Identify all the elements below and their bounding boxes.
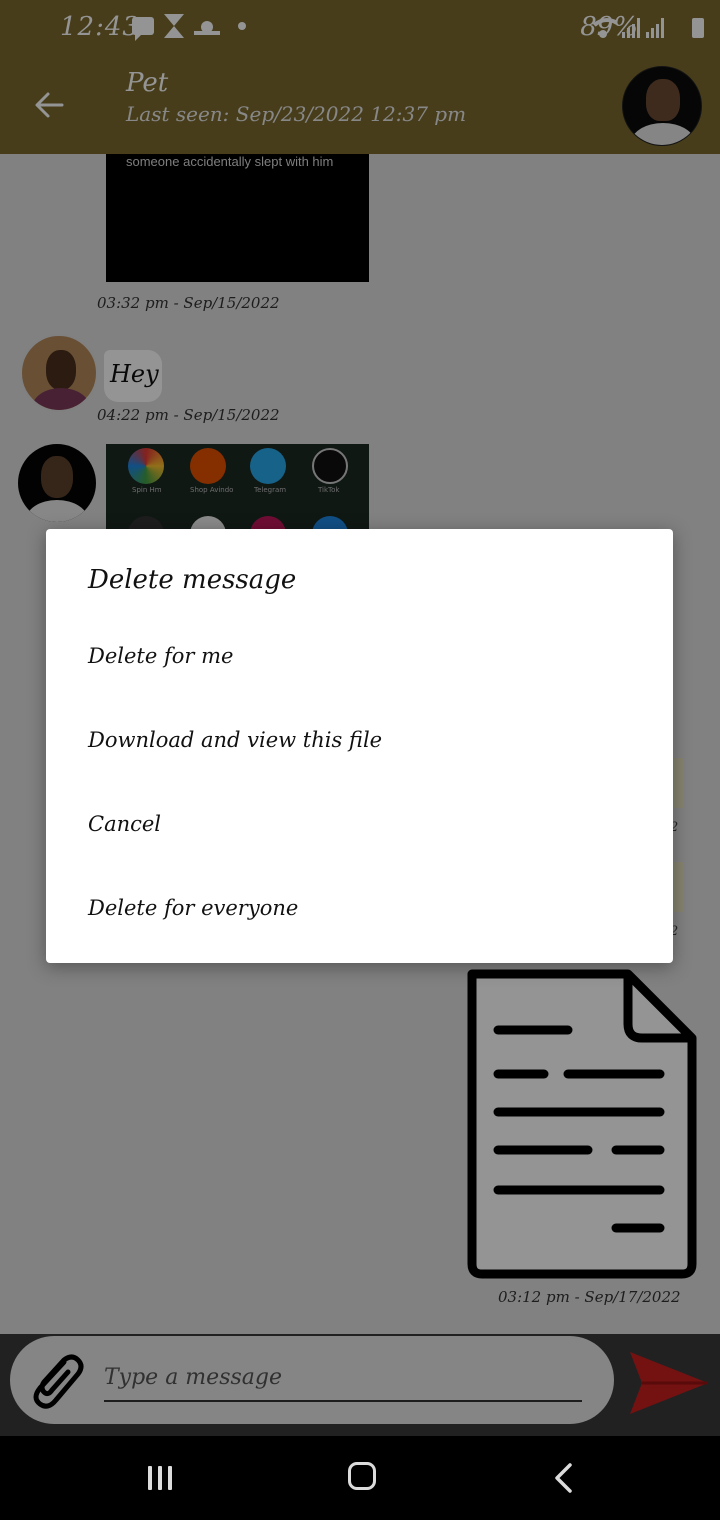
- cancel-option[interactable]: Cancel: [46, 782, 673, 866]
- system-back-button[interactable]: [504, 1436, 624, 1520]
- delete-for-me-option[interactable]: Delete for me: [46, 614, 673, 698]
- delete-for-everyone-option[interactable]: Delete for everyone: [46, 866, 673, 950]
- home-button[interactable]: [302, 1436, 422, 1520]
- download-and-view-option[interactable]: Download and view this file: [46, 698, 673, 782]
- recent-apps-button[interactable]: [100, 1436, 220, 1520]
- delete-message-dialog: Delete message Delete for me Download an…: [46, 529, 673, 963]
- chevron-left-icon: [555, 1463, 572, 1493]
- dialog-title: Delete message: [88, 565, 297, 595]
- system-navigation-bar: [0, 1436, 720, 1520]
